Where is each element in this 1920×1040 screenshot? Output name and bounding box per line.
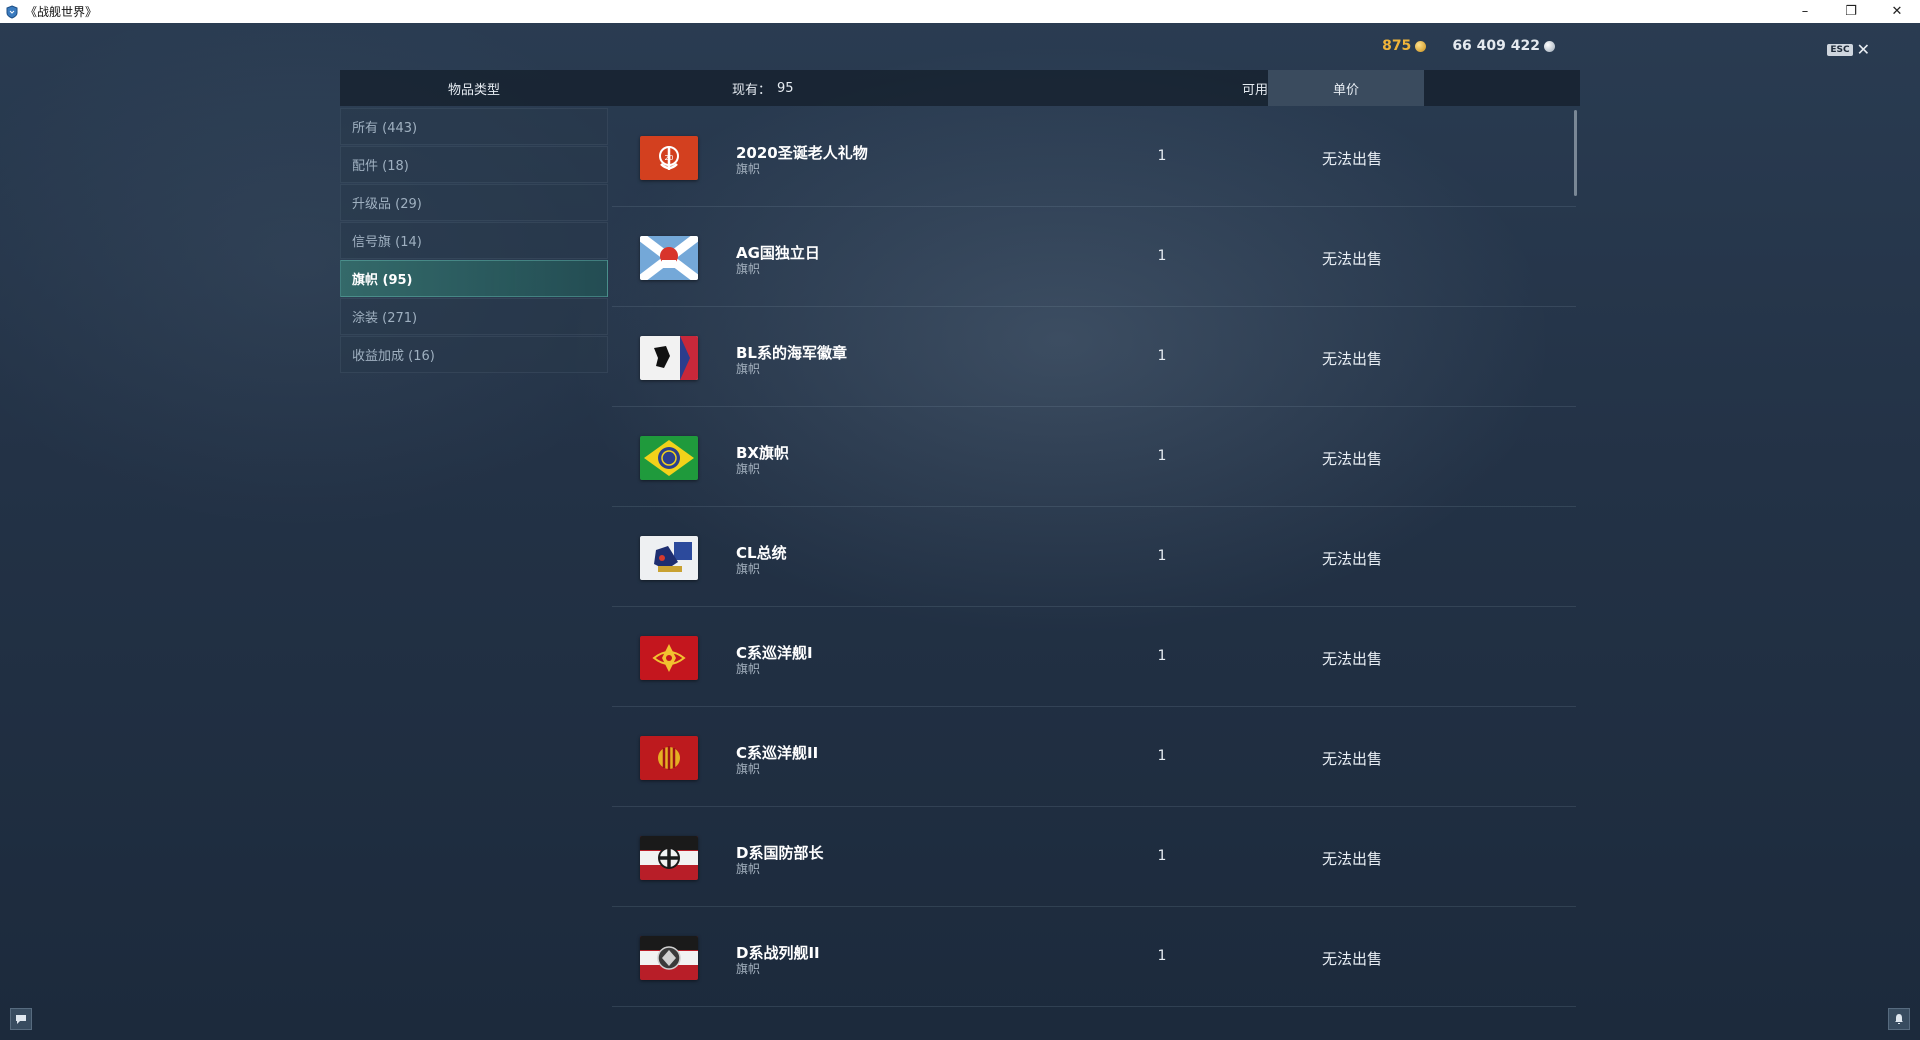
item-type: 旗帜	[736, 762, 761, 776]
item-available: 1	[1157, 948, 1167, 964]
sidebar-item-flags[interactable]: 旗帜 (95)	[340, 260, 608, 297]
sidebar-item-modules[interactable]: 配件 (18)	[340, 146, 608, 183]
notifications-button[interactable]	[1888, 1008, 1910, 1030]
chat-icon	[16, 1015, 26, 1024]
sidebar-item-label: 信号旗 (14)	[352, 235, 422, 250]
flag-cl-president-icon	[640, 536, 698, 580]
header-item-type: 物品类型	[447, 82, 500, 98]
sidebar-item-boosters[interactable]: 收益加成 (16)	[340, 336, 608, 373]
flag-d-defense-minister-icon	[640, 836, 698, 880]
item-price: 无法出售	[1321, 350, 1382, 368]
item-type: 旗帜	[736, 962, 761, 976]
chat-button[interactable]	[10, 1008, 32, 1030]
doubloon-icon	[1415, 40, 1427, 52]
list-item[interactable]: BL系的海军徽章 旗帜 1 无法出售	[612, 308, 1576, 407]
list-item[interactable]: BX旗帜 旗帜 1 无法出售	[612, 408, 1576, 507]
minimize-icon[interactable]: –	[1782, 0, 1828, 23]
sidebar-item-upgrades[interactable]: 升级品 (29)	[340, 184, 608, 221]
window-titlebar: 《战舰世界》 – ❐ ✕	[0, 0, 1920, 23]
list-scrollbar[interactable]	[1574, 110, 1577, 196]
currency-bar: 875 66 409 422	[1382, 38, 1555, 54]
sidebar-item-label: 配件 (18)	[352, 159, 409, 174]
item-available: 1	[1157, 648, 1167, 664]
sidebar-item-label: 收益加成 (16)	[352, 349, 435, 364]
window-title: 《战舰世界》	[25, 5, 98, 19]
item-type: 旗帜	[736, 462, 761, 476]
gold-balance: 875	[1382, 38, 1427, 54]
esc-key-badge: ESC	[1827, 44, 1853, 56]
list-item[interactable]: D系国防部长 旗帜 1 无法出售	[612, 808, 1576, 907]
table-header: 物品类型 现有： 95 可用 单价	[340, 70, 1580, 106]
sidebar-item-label: 旗帜 (95)	[352, 273, 413, 288]
item-available: 1	[1157, 448, 1167, 464]
esc-close-button[interactable]: ESC ✕	[1827, 42, 1870, 58]
flag-ag-independence-icon	[640, 236, 698, 280]
item-available: 1	[1157, 248, 1167, 264]
header-owned: 现有： 95	[732, 70, 794, 106]
flag-c-cruiser-2-icon	[640, 736, 698, 780]
list-item[interactable]: AG国独立日 旗帜 1 无法出售	[612, 208, 1576, 307]
item-type: 旗帜	[736, 662, 761, 676]
flag-2020-santa-icon: 20	[640, 136, 698, 180]
list-item[interactable]: 20 2020圣诞老人礼物 旗帜 1 无法出售	[612, 108, 1576, 207]
app-icon	[5, 4, 19, 19]
close-icon[interactable]: ✕	[1857, 42, 1870, 58]
item-available: 1	[1157, 548, 1167, 564]
item-type: 旗帜	[736, 262, 761, 276]
credits-icon	[1544, 40, 1555, 52]
flag-bx-icon	[640, 436, 698, 480]
credits-balance: 66 409 422	[1452, 38, 1555, 54]
item-type: 旗帜	[736, 862, 761, 876]
sidebar-item-signals[interactable]: 信号旗 (14)	[340, 222, 608, 259]
flag-c-cruiser-1-icon	[640, 636, 698, 680]
item-price: 无法出售	[1321, 750, 1382, 768]
item-price: 无法出售	[1321, 250, 1382, 268]
item-available: 1	[1157, 848, 1167, 864]
list-item[interactable]: CL总统 旗帜 1 无法出售	[612, 508, 1576, 607]
list-item[interactable]: C系巡洋舰I 旗帜 1 无法出售	[612, 608, 1576, 707]
sidebar-item-label: 涂装 (271)	[352, 311, 418, 326]
item-type-sidebar: 所有 (443) 配件 (18) 升级品 (29) 信号旗 (14) 旗帜 (9…	[340, 108, 608, 374]
header-price-column[interactable]: 单价	[1268, 70, 1424, 106]
item-available: 1	[1157, 748, 1167, 764]
item-price: 无法出售	[1321, 550, 1382, 568]
item-type: 旗帜	[736, 562, 761, 576]
item-type: 旗帜	[736, 162, 761, 176]
list-item[interactable]: D系战列舰II 旗帜 1 无法出售	[612, 908, 1576, 1007]
flag-d-battleship-2-icon	[640, 936, 698, 980]
credits-amount: 66 409 422	[1452, 38, 1540, 54]
close-window-icon[interactable]: ✕	[1874, 0, 1920, 23]
sidebar-item-camouflages[interactable]: 涂装 (271)	[340, 298, 608, 335]
list-item[interactable]: C系巡洋舰II 旗帜 1 无法出售	[612, 708, 1576, 807]
item-price: 无法出售	[1321, 650, 1382, 668]
sidebar-item-label: 升级品 (29)	[352, 197, 422, 212]
gold-amount: 875	[1382, 38, 1412, 54]
header-owned-count: 95	[777, 80, 794, 96]
item-available: 1	[1157, 348, 1167, 364]
item-price: 无法出售	[1321, 450, 1382, 468]
sidebar-item-all[interactable]: 所有 (443)	[340, 108, 608, 145]
item-price: 无法出售	[1321, 950, 1382, 968]
item-price: 无法出售	[1321, 150, 1382, 168]
item-price: 无法出售	[1321, 850, 1382, 868]
header-owned-label: 现有：	[732, 82, 772, 98]
item-available: 1	[1157, 148, 1167, 164]
svg-text:20: 20	[665, 154, 674, 162]
item-type: 旗帜	[736, 362, 761, 376]
flag-bl-naval-insignia-icon	[640, 336, 698, 380]
item-list: 20 2020圣诞老人礼物 旗帜 1 无法出售 AG国独立日 旗帜 1 无法出售…	[612, 108, 1576, 1008]
restore-icon[interactable]: ❐	[1828, 0, 1874, 23]
bell-icon	[1895, 1014, 1903, 1024]
sidebar-item-label: 所有 (443)	[352, 121, 418, 136]
